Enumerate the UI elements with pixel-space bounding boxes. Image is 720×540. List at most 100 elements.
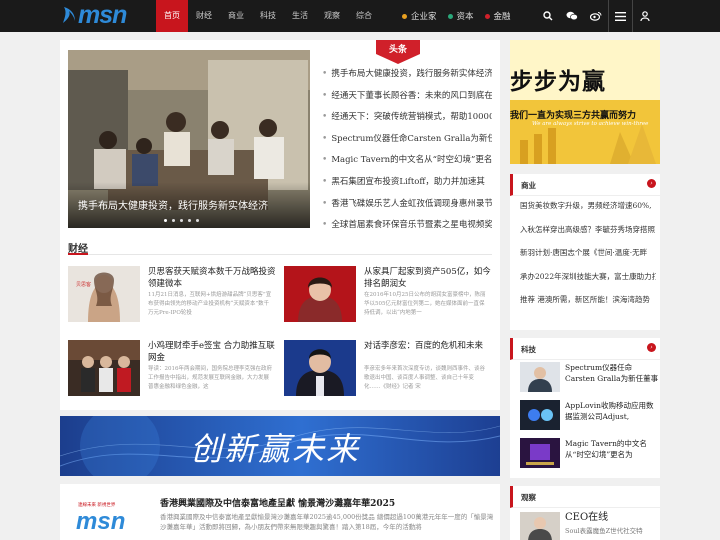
headline-tag-label: 头条 (389, 43, 408, 55)
wechat-icon[interactable] (560, 0, 584, 32)
dot-icon (484, 13, 490, 19)
news-card[interactable]: 从家具厂起家到资产505亿，如今排名朗润女 在2016年10月25日公布的胡润女… (284, 266, 491, 326)
feature-title[interactable]: 香港興業國際及中信泰富地產呈獻 愉景灣沙灘嘉年華2025 (160, 496, 395, 509)
tech-item[interactable]: AppLovin收购移动应用数据监测公司Adjust, (520, 400, 660, 434)
tech-title: AppLovin收购移动应用数据监测公司Adjust, (565, 401, 654, 421)
logo-text: msn (78, 1, 127, 29)
observe-box: 观察 CEO在线 Soul表露魔鱼Z世代社交特 (510, 486, 660, 540)
ad-decoration (510, 100, 660, 164)
list-item[interactable]: 承办2022年深圳技能大赛，富士康助力打 (520, 271, 656, 295)
channel-label: 企业家 (411, 12, 437, 22)
more-icon[interactable]: › (647, 343, 656, 352)
headline-item[interactable]: 经通天下：突破传统营销模式，帮助10000 (322, 111, 492, 133)
news-summary: 11月21日消息，互联网+烘焙游甜品牌“贝思客”宣布获得由领先的移动产业投资机构… (148, 292, 272, 316)
tech-thumbnail (520, 438, 560, 468)
headline-item[interactable]: 黑石集团宣布投资Liftoff，助力并加速其 (322, 176, 492, 198)
list-item[interactable]: 推荐 港澳所需，新区所能！滨海湾趋势 (520, 294, 656, 318)
channel-finance[interactable]: 金融 (484, 10, 511, 22)
site-logo[interactable]: msn (62, 1, 132, 29)
feature-news[interactable]: 連線未來 新視世界 msn 香港興業國際及中信泰富地產呈獻 愉景灣沙灘嘉年華20… (60, 484, 500, 540)
box-header: 商业 › (510, 174, 660, 196)
user-icon[interactable] (632, 0, 656, 32)
news-thumbnail: 贝思客 (68, 266, 140, 322)
news-title[interactable]: 贝思客获天赋资本数千万战略投资领建微本 (148, 266, 278, 290)
box-title[interactable]: 商业 (521, 180, 536, 191)
news-title[interactable]: 对话李彦宏：百度的危机和未来 (364, 340, 494, 352)
channel-label: 金融 (493, 12, 511, 22)
slider-dot[interactable] (180, 219, 183, 222)
slider-dot[interactable] (188, 219, 191, 222)
list-item[interactable]: 国货美妆数字升级，男频经济增速60%, (520, 200, 656, 224)
business-box: 商业 › 国货美妆数字升级，男频经济增速60%, 入秋怎样穿出高级感？李毓芬秀场… (510, 174, 660, 330)
channel-entrepreneur[interactable]: 企业家 (402, 10, 437, 22)
observe-thumbnail (520, 512, 560, 540)
logo-wing-icon (63, 7, 75, 23)
weibo-icon[interactable] (584, 0, 608, 32)
headline-item[interactable]: 携手布局大健康投资，践行服务新实体经济 (322, 68, 492, 90)
main-panel: 头条 携手布局大健康投资，践行服务新实体经济 携手布局大健康投资，践 (60, 40, 500, 410)
news-card[interactable]: 小鸡理财牵手e签宝 合力助推互联网金 导读：2016年两会期间，国务院总理李克强… (68, 340, 275, 400)
nav-item-tech[interactable]: 科技 (252, 0, 284, 32)
news-title[interactable]: 小鸡理财牵手e签宝 合力助推互联网金 (148, 340, 278, 364)
slider-dot[interactable] (164, 219, 167, 222)
nav-item-life[interactable]: 生活 (284, 0, 316, 32)
news-thumbnail (68, 340, 140, 396)
feature-summary: 香港興業國際及中信泰富地產呈獻愉景灣沙灘嘉年華2025逾45,000份獎品 總價… (160, 513, 494, 531)
headline-tag: 头条 (376, 40, 420, 64)
nav-item-business[interactable]: 商业 (220, 0, 252, 32)
slide-caption-text: 携手布局大健康投资，践行服务新实体经济 (78, 201, 268, 212)
observe-item[interactable]: CEO在线 Soul表露魔鱼Z世代社交特 (520, 512, 660, 540)
ad-banner[interactable]: 步步为赢 我们一直为实现三方共赢而努力 We are always strive… (510, 40, 660, 164)
ad-title: 步步为赢 (510, 68, 606, 95)
headline-item[interactable]: 经通天下董事长顾谷香：未来的风口到底在 (322, 90, 492, 112)
box-header: 观察 (510, 486, 660, 508)
section-divider (68, 254, 492, 255)
nav-item-observe[interactable]: 观察 (316, 0, 348, 32)
tech-thumbnail (520, 400, 560, 430)
photo-slider[interactable]: 携手布局大健康投资，践行服务新实体经济 (68, 50, 310, 228)
search-icon[interactable] (536, 0, 560, 32)
news-card[interactable]: 贝思客 贝思客获天赋资本数千万战略投资领建微本 11月21日消息，互联网+烘焙游… (68, 266, 276, 326)
nav-item-home[interactable]: 首页 (156, 0, 188, 32)
tech-item[interactable]: Magic Tavern的中文名从“时空幻境”更名为 (520, 438, 660, 472)
section-accent (68, 253, 88, 255)
ad-english: We are always strive to achieve win-thre… (532, 121, 649, 127)
news-thumbnail (284, 266, 356, 322)
headline-item[interactable]: 香港飞碟娱乐艺人金虹孜低调现身惠州录节 (322, 198, 492, 220)
more-icon[interactable]: › (647, 179, 656, 188)
main-nav: 首页 财经 商业 科技 生活 观察 综合 (156, 0, 380, 32)
headline-list: 携手布局大健康投资，践行服务新实体经济 经通天下董事长顾谷香：未来的风口到底在 … (322, 68, 492, 241)
news-summary: 在2016年10月25日公布的胡润女富豪榜中，陈丽华以505亿元财富位列第二，她… (364, 292, 486, 316)
nav-item-finance[interactable]: 财经 (188, 0, 220, 32)
feature-logo: 連線未來 新視世界 msn (72, 502, 142, 540)
observe-summary: Soul表露魔鱼Z世代社交特 (565, 527, 643, 535)
list-item[interactable]: 新羽计划·唐国志个展《世间·温度·无畔 (520, 247, 656, 271)
tech-title: Magic Tavern的中文名从“时空幻境”更名为 (565, 439, 647, 459)
channel-label: 资本 (456, 12, 474, 22)
dot-icon (402, 13, 407, 19)
dot-icon (447, 13, 453, 19)
tech-item[interactable]: Spectrum仪器任命Carsten Gralla为新任董事 (520, 362, 660, 396)
list-item[interactable]: 入秋怎样穿出高级感？李毓芬秀场穿搭照 (520, 224, 656, 248)
box-title[interactable]: 观察 (521, 492, 536, 503)
slider-dot[interactable] (172, 219, 175, 222)
headline-item[interactable]: 全球首届素食环保音乐节暨素之星电视频奖 (322, 219, 492, 241)
nav-item-general[interactable]: 综合 (348, 0, 380, 32)
top-bar: msn 首页 财经 商业 科技 生活 观察 综合 企业家 资本 金融 (0, 0, 720, 32)
news-title[interactable]: 从家具厂起家到资产505亿，如今排名朗润女 (364, 266, 494, 290)
channel-capital[interactable]: 资本 (447, 10, 474, 22)
business-list: 国货美妆数字升级，男频经济增速60%, 入秋怎样穿出高级感？李毓芬秀场穿搭照 新… (520, 200, 656, 318)
news-summary: 导读：2016年两会期间，国务院总理李克强在政府工作报告中指出，规范发展互联网金… (148, 366, 272, 390)
headline-item[interactable]: Spectrum仪器任命Carsten Gralla为新任董 (322, 133, 492, 155)
menu-icon[interactable] (608, 0, 632, 32)
headline-item[interactable]: Magic Tavern的中文名从“时空幻境”更名 (322, 154, 492, 176)
promo-banner[interactable]: 创新赢未来 (60, 416, 500, 476)
slider-dot[interactable] (196, 219, 199, 222)
observe-title: CEO在线 (565, 512, 609, 523)
news-card[interactable]: 对话李彦宏：百度的危机和未来 李彦宏多年来首次深度专访，谈魏则西事件、谈谷歌退出… (284, 340, 489, 400)
toolbar (536, 0, 656, 32)
tech-box: 科技 › Spectrum仪器任命Carsten Gralla为新任董事 App… (510, 338, 660, 478)
box-title[interactable]: 科技 (521, 344, 536, 355)
news-thumbnail (284, 340, 356, 396)
ad-subtitle: 我们一直为实现三方共赢而努力 (510, 111, 637, 121)
